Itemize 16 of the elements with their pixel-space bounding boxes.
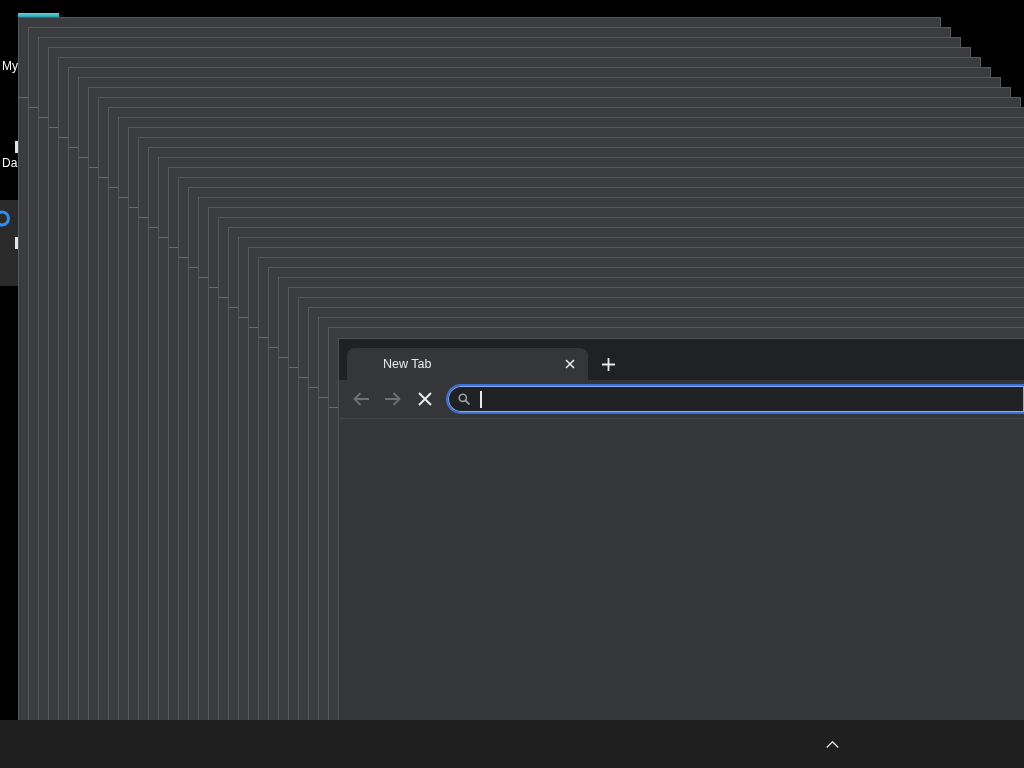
arrow-left-icon bbox=[353, 392, 369, 406]
search-icon bbox=[458, 393, 470, 405]
close-icon bbox=[565, 359, 575, 369]
partial-icon bbox=[15, 141, 18, 153]
address-bar[interactable] bbox=[446, 384, 1024, 414]
ring-icon bbox=[0, 210, 10, 227]
browser-tab[interactable]: New Tab bbox=[347, 348, 588, 380]
partial-icon bbox=[15, 237, 18, 249]
arrow-right-icon bbox=[385, 392, 401, 406]
cross-icon bbox=[418, 392, 432, 406]
caret-up-icon bbox=[825, 740, 839, 748]
desktop-icon-label[interactable]: My bbox=[2, 59, 18, 73]
text-cursor bbox=[480, 390, 482, 408]
plus-icon bbox=[601, 357, 615, 371]
accent-strip bbox=[18, 13, 59, 17]
desktop-icon-label[interactable]: Da bbox=[2, 156, 18, 170]
